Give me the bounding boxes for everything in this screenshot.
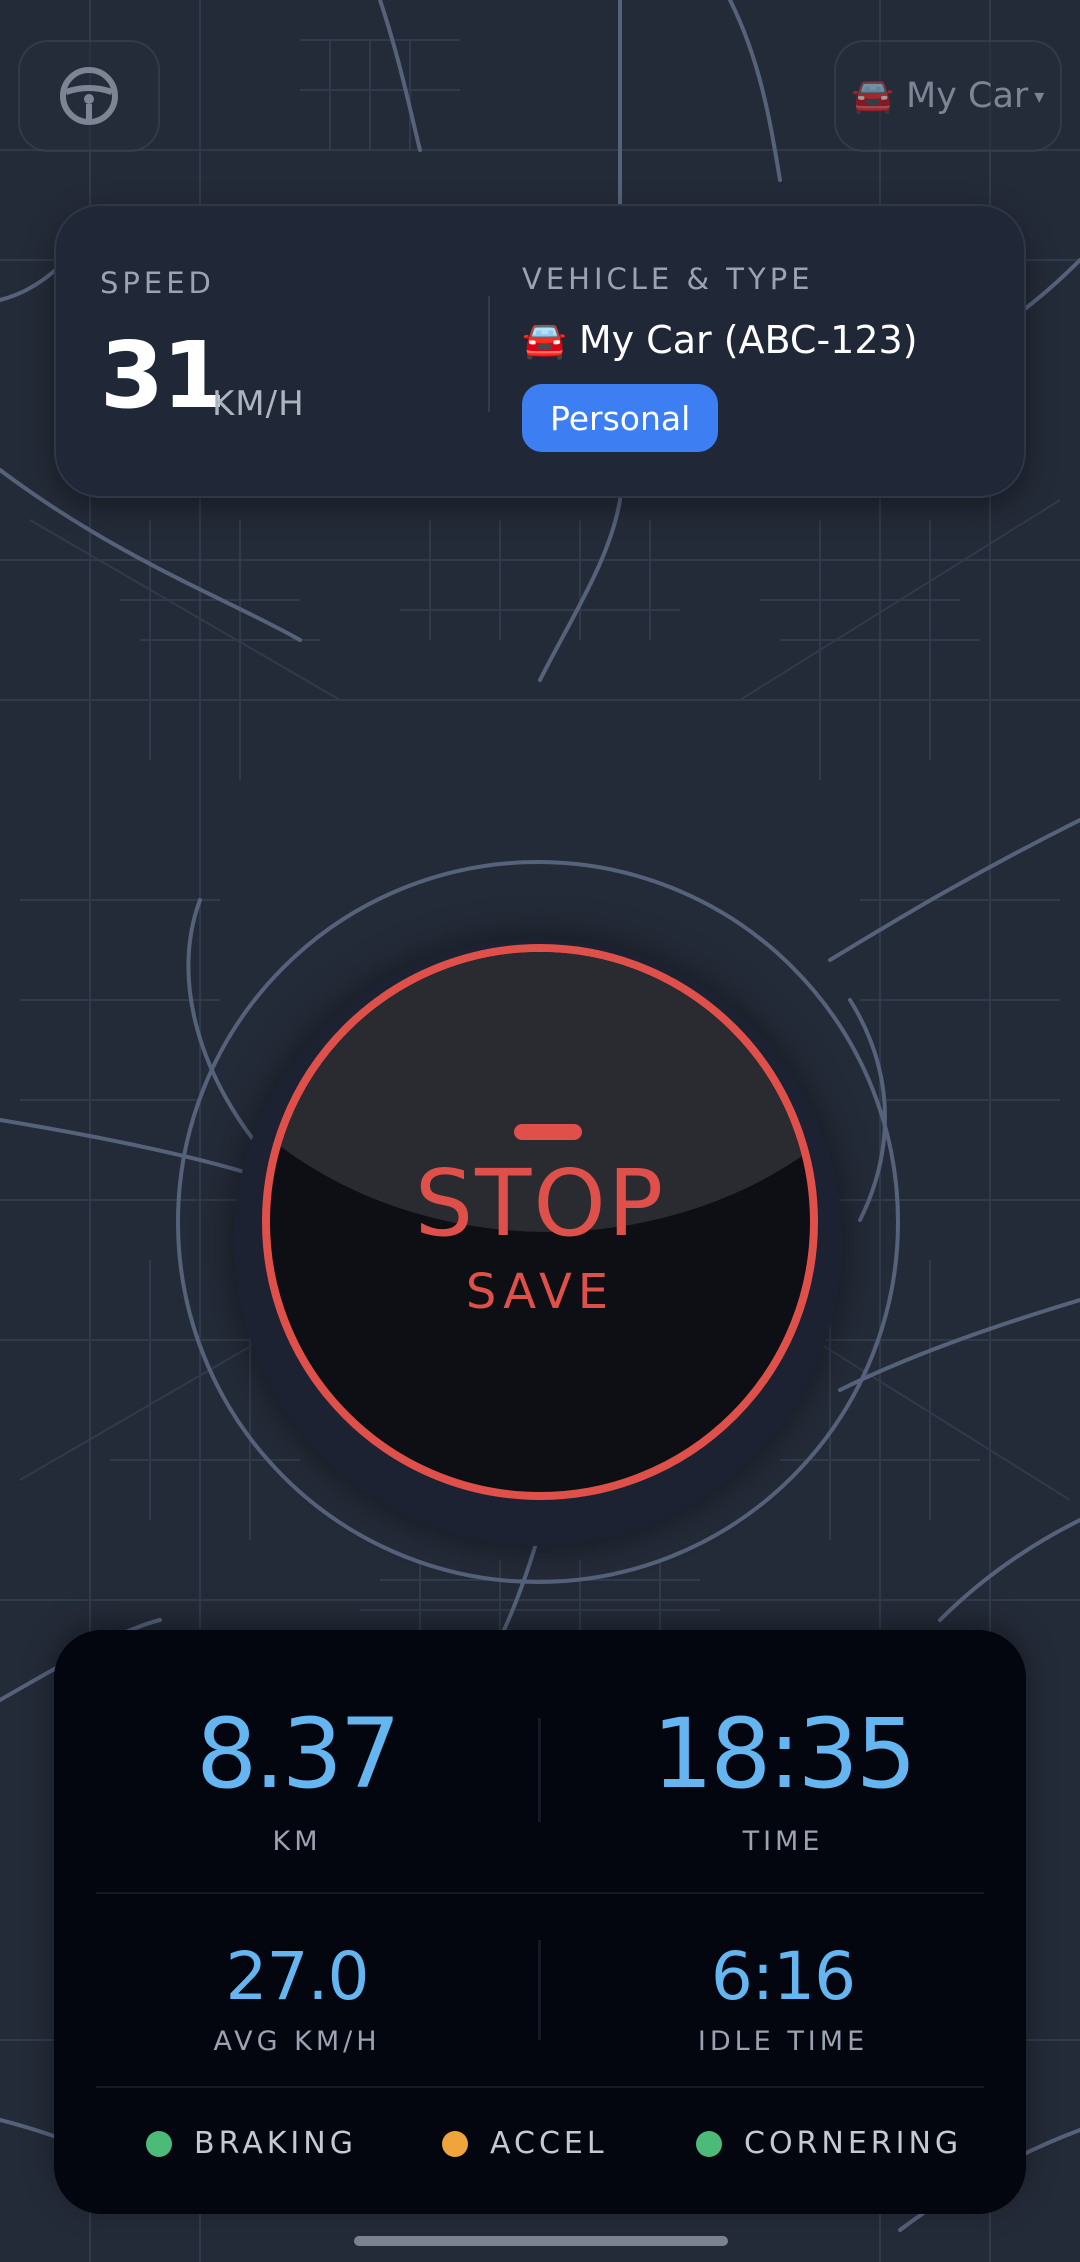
vehicle-name-text: My Car (ABC-123) [578, 318, 918, 362]
status-dot-icon [442, 2130, 468, 2157]
steering-wheel-icon [60, 67, 118, 125]
vehicle-caption: VEHICLE & TYPE [522, 262, 814, 296]
accel-indicator: ACCEL [442, 2126, 608, 2161]
speed-value: 31 [100, 322, 226, 429]
stop-dash-icon [514, 1124, 582, 1140]
braking-indicator: BRAKING [146, 2126, 357, 2161]
indicator-label: ACCEL [490, 2126, 608, 2161]
home-indicator[interactable] [354, 2236, 728, 2246]
stats-divider [96, 1892, 984, 1894]
distance-label: KM [272, 1826, 322, 1857]
stop-label: STOP [414, 1150, 666, 1257]
stop-save-button[interactable]: STOP SAVE [262, 944, 818, 1500]
time-label: TIME [742, 1826, 824, 1857]
save-label: SAVE [465, 1264, 615, 1320]
stats-divider [96, 2086, 984, 2088]
steering-wheel-button[interactable] [18, 40, 160, 152]
speed-caption: SPEED [100, 266, 215, 300]
indicator-label: BRAKING [194, 2126, 357, 2161]
distance-value: 8.37 [196, 1698, 401, 1810]
vehicle-selector-label: My Car [905, 76, 1029, 116]
speed-card: SPEED 31 KM/H VEHICLE & TYPE 🚘 My Car (A… [54, 204, 1026, 498]
status-dot-icon [696, 2130, 722, 2157]
idle-time-label: IDLE TIME [697, 2026, 869, 2057]
avg-speed-label: AVG KM/H [213, 2026, 381, 2057]
indicator-label: CORNERING [744, 2126, 963, 2161]
time-value: 18:35 [652, 1698, 917, 1810]
vehicle-selector[interactable]: 🚘 My Car ▾ [834, 40, 1062, 152]
card-divider [488, 296, 490, 412]
cornering-indicator: CORNERING [696, 2126, 962, 2161]
vehicle-name: 🚘 My Car (ABC-123) [522, 318, 918, 362]
status-dot-icon [146, 2130, 172, 2157]
avg-speed-value: 27.0 [225, 1938, 370, 2015]
car-icon: 🚘 [522, 320, 567, 361]
trip-stats-card: 8.37 KM 18:35 TIME 27.0 AVG KM/H 6:16 ID… [54, 1630, 1026, 2214]
chevron-down-icon: ▾ [1034, 84, 1045, 108]
speed-unit: KM/H [212, 384, 305, 424]
trip-type-badge[interactable]: Personal [522, 384, 719, 452]
idle-time-value: 6:16 [710, 1938, 856, 2015]
car-icon: 🚘 [851, 76, 894, 116]
